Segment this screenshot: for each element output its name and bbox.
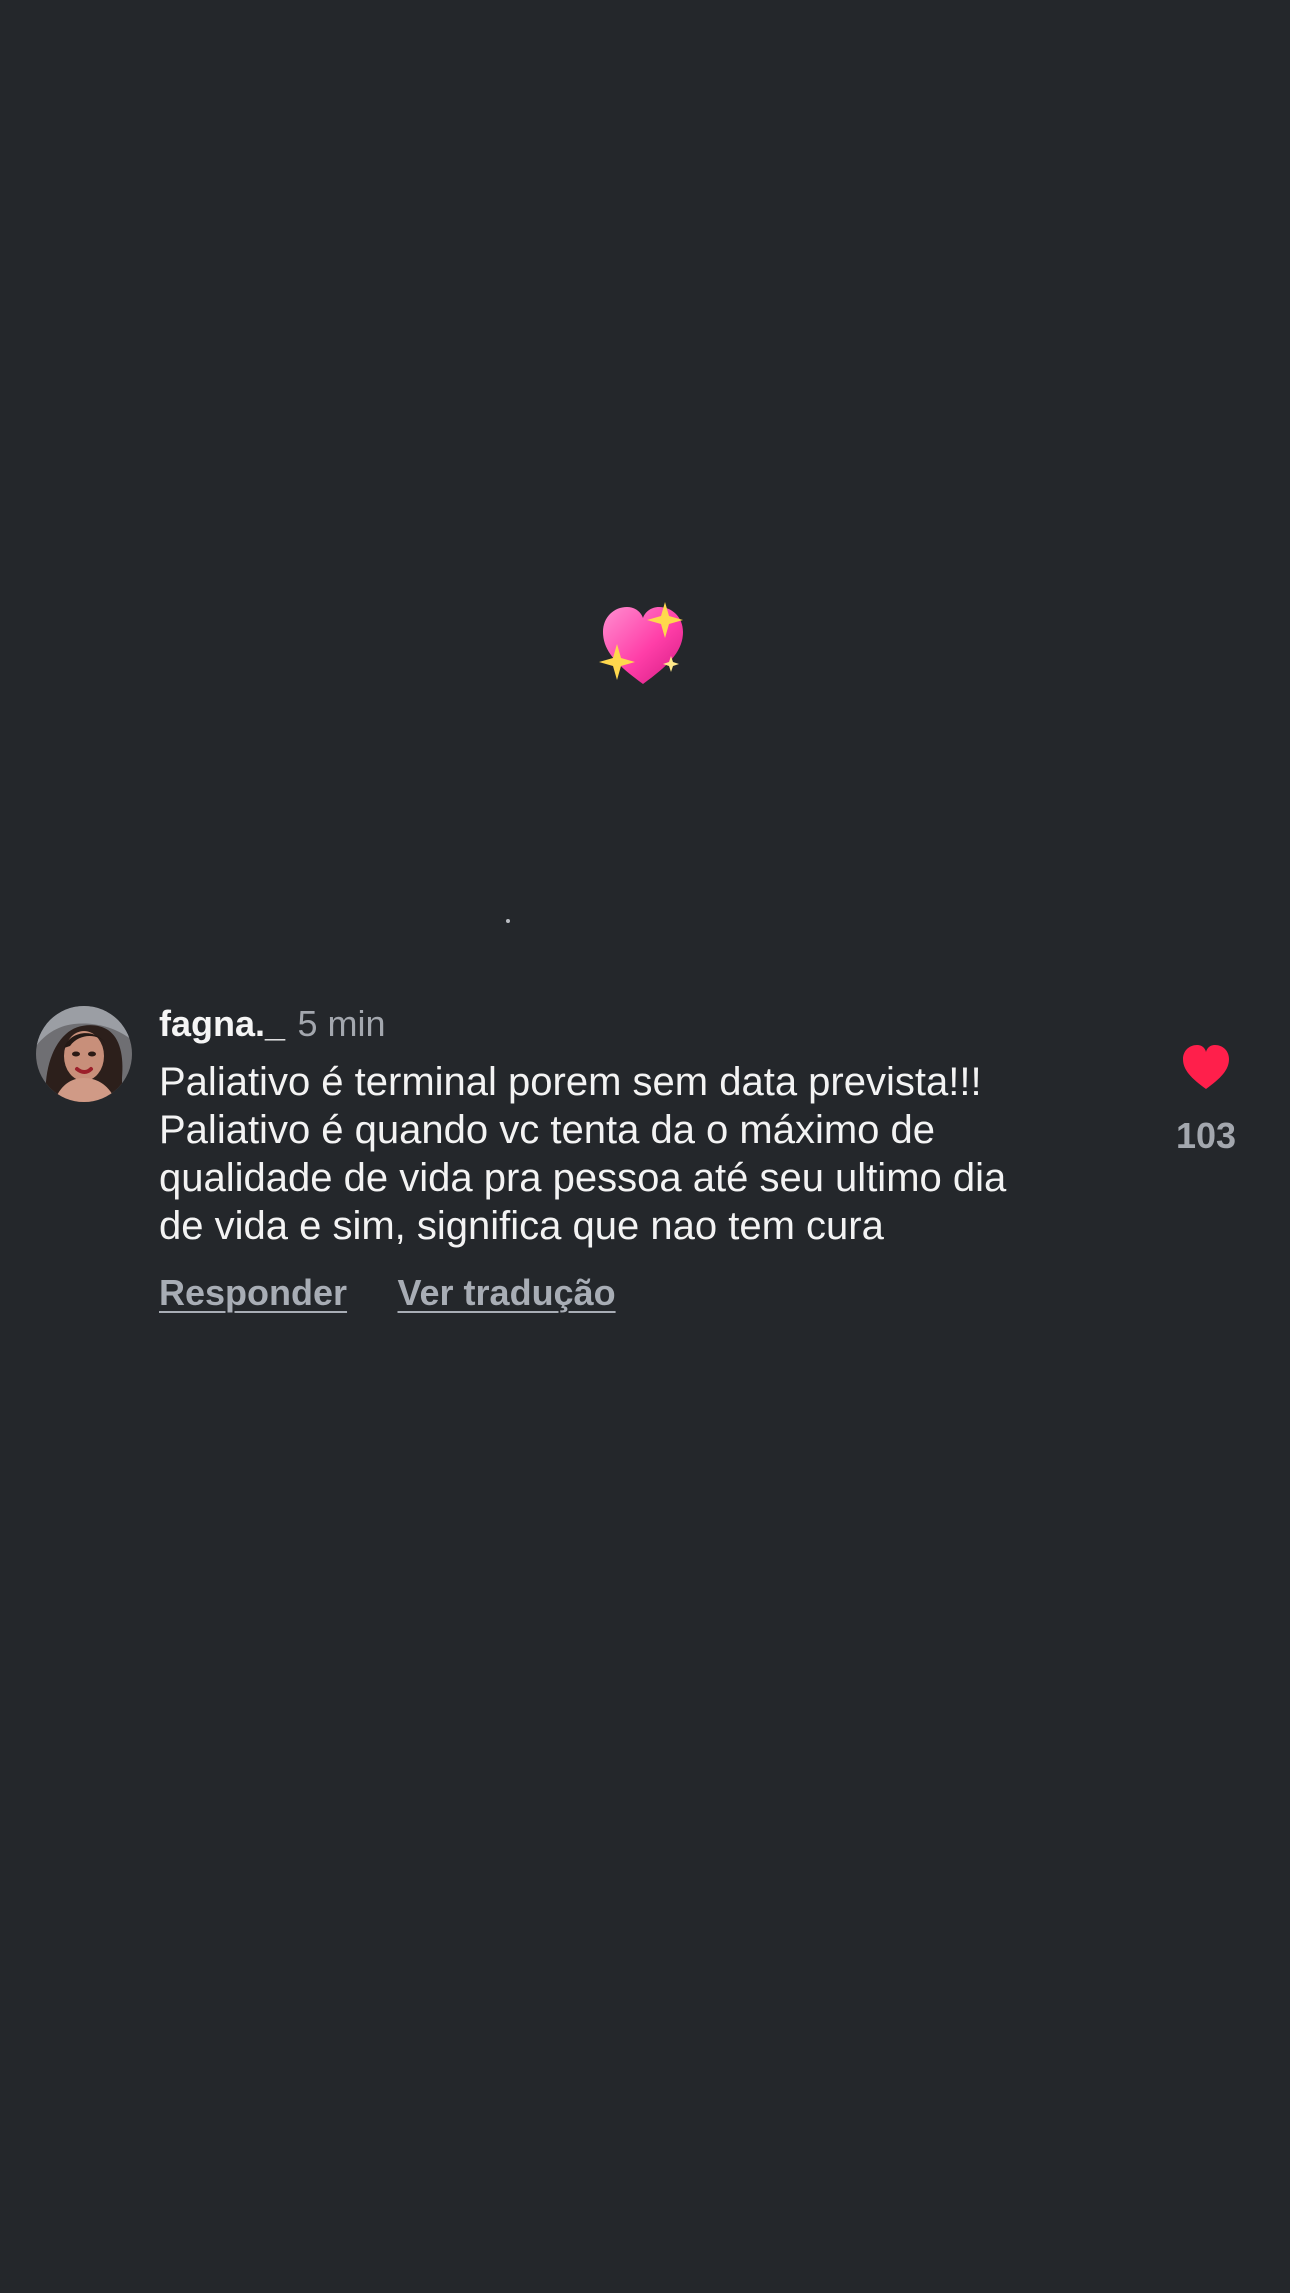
reply-button[interactable]: Responder [159,1272,347,1313]
sparkling-heart-icon [595,598,691,694]
comment: fagna._ 5 min Paliativo é terminal porem… [0,1000,1290,1330]
divider-dot [506,919,510,923]
like-button[interactable]: 103 [1172,1043,1240,1163]
comment-line: Paliativo é terminal porem sem data prev… [159,1060,982,1104]
comment-content: fagna._ 5 min Paliativo é terminal porem… [159,1000,1109,1318]
avatar[interactable] [36,1006,132,1102]
comment-text: Paliativo é terminal porem sem data prev… [159,1058,1109,1250]
timestamp: 5 min [297,1003,386,1044]
comment-meta: fagna._ 5 min [159,1000,1109,1048]
translate-button[interactable]: Ver tradução [398,1272,616,1313]
heart-icon [1183,1045,1229,1089]
username[interactable]: fagna._ [159,1003,285,1044]
comment-line: Paliativo é quando vc tenta da o máximo … [159,1108,936,1152]
comment-actions: Responder Ver tradução [159,1272,1109,1318]
comment-line: qualidade de vida pra pessoa até seu ult… [159,1156,1007,1200]
like-count: 103 [1175,1115,1237,1156]
comment-line: de vida e sim, significa que nao tem cur… [159,1204,884,1248]
